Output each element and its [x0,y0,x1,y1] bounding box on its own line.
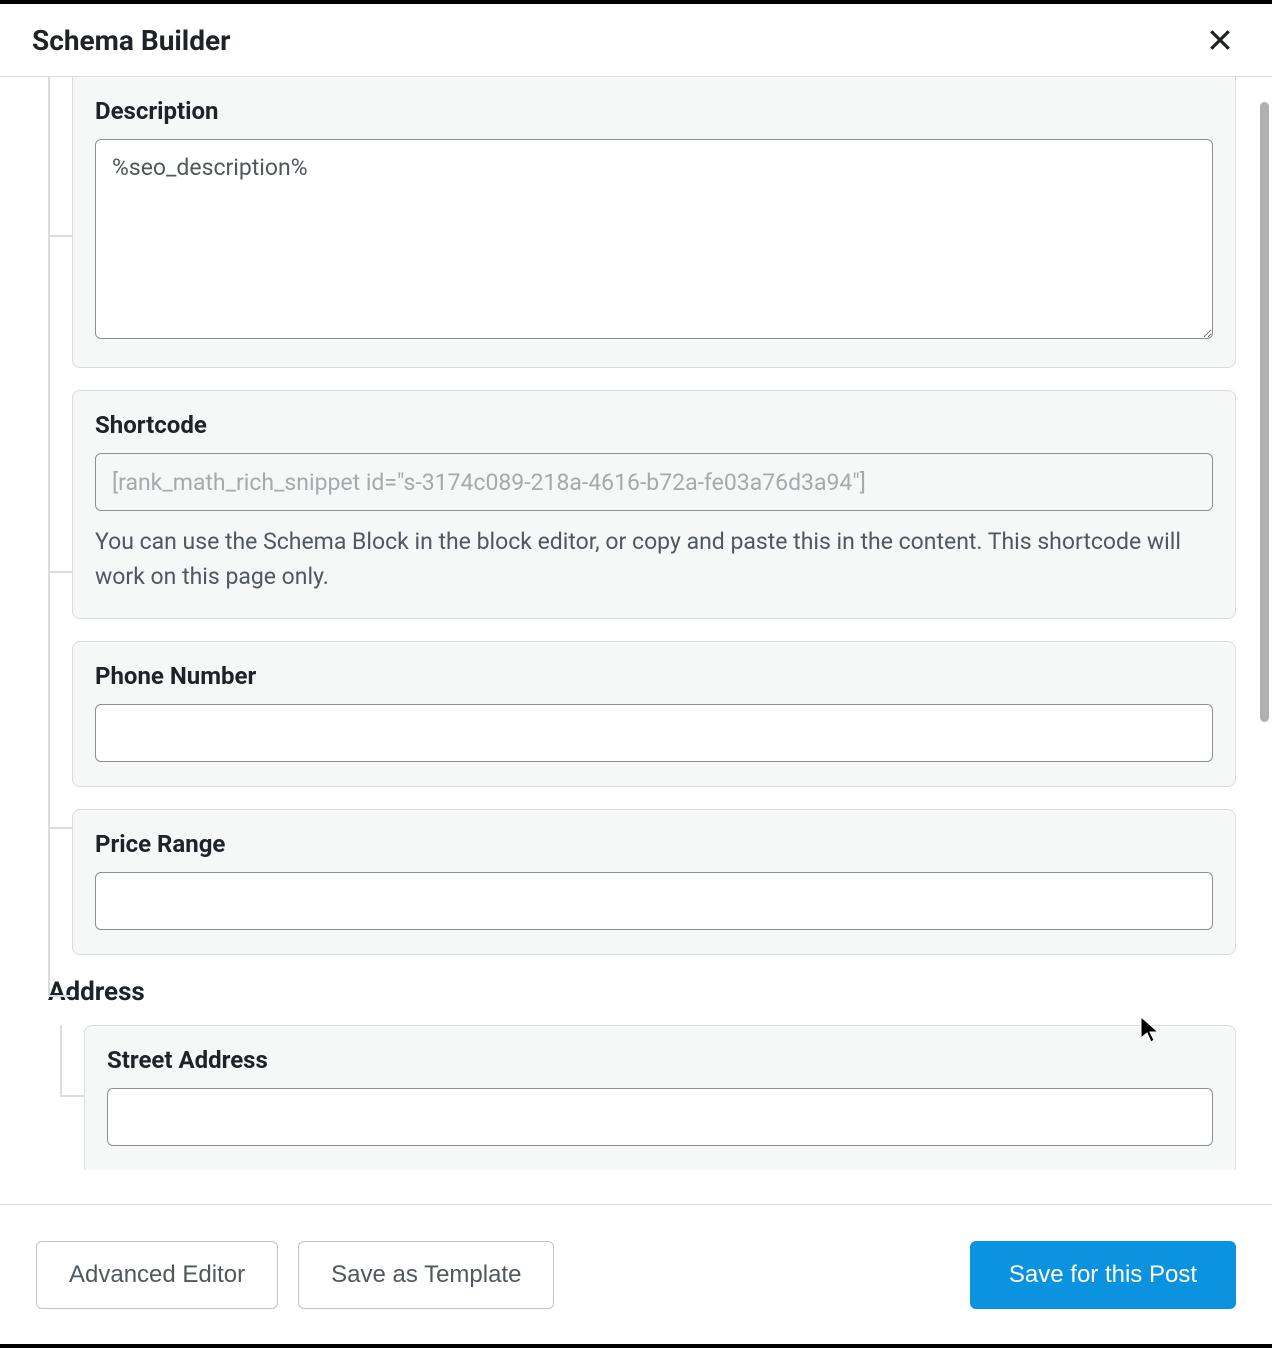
footer-left-buttons: Advanced Editor Save as Template [36,1241,554,1309]
modal-footer: Advanced Editor Save as Template Save fo… [0,1204,1272,1344]
street-address-input[interactable] [107,1088,1213,1146]
close-icon [1205,25,1235,55]
phone-label: Phone Number [95,662,1213,690]
shortcode-input[interactable] [95,453,1213,511]
phone-input[interactable] [95,704,1213,762]
modal-body[interactable]: Description Shortcode You can use the Sc… [0,77,1272,1177]
tree-line [48,77,72,955]
street-address-card: Street Address [84,1025,1236,1170]
close-button[interactable] [1200,20,1240,60]
save-as-template-button[interactable]: Save as Template [298,1241,554,1309]
address-section-label: Address [48,977,1236,1007]
description-label: Description [95,97,1213,125]
street-address-label: Street Address [107,1046,1213,1074]
price-range-label: Price Range [95,830,1213,858]
shortcode-label: Shortcode [95,411,1213,439]
modal-title: Schema Builder [32,24,230,57]
price-range-input[interactable] [95,872,1213,930]
advanced-editor-button[interactable]: Advanced Editor [36,1241,278,1309]
modal-header: Schema Builder [0,4,1272,77]
price-range-card: Price Range [72,809,1236,955]
shortcode-help-text: You can use the Schema Block in the bloc… [95,525,1213,594]
save-for-post-button[interactable]: Save for this Post [970,1241,1236,1309]
scrollbar[interactable] [1258,102,1272,722]
shortcode-card: Shortcode You can use the Schema Block i… [72,390,1236,619]
address-tree-line [48,1025,72,1170]
description-textarea[interactable] [95,139,1213,339]
bottom-border [0,1344,1272,1348]
phone-card: Phone Number [72,641,1236,787]
scrollbar-thumb[interactable] [1260,102,1269,722]
description-card: Description [72,77,1236,368]
